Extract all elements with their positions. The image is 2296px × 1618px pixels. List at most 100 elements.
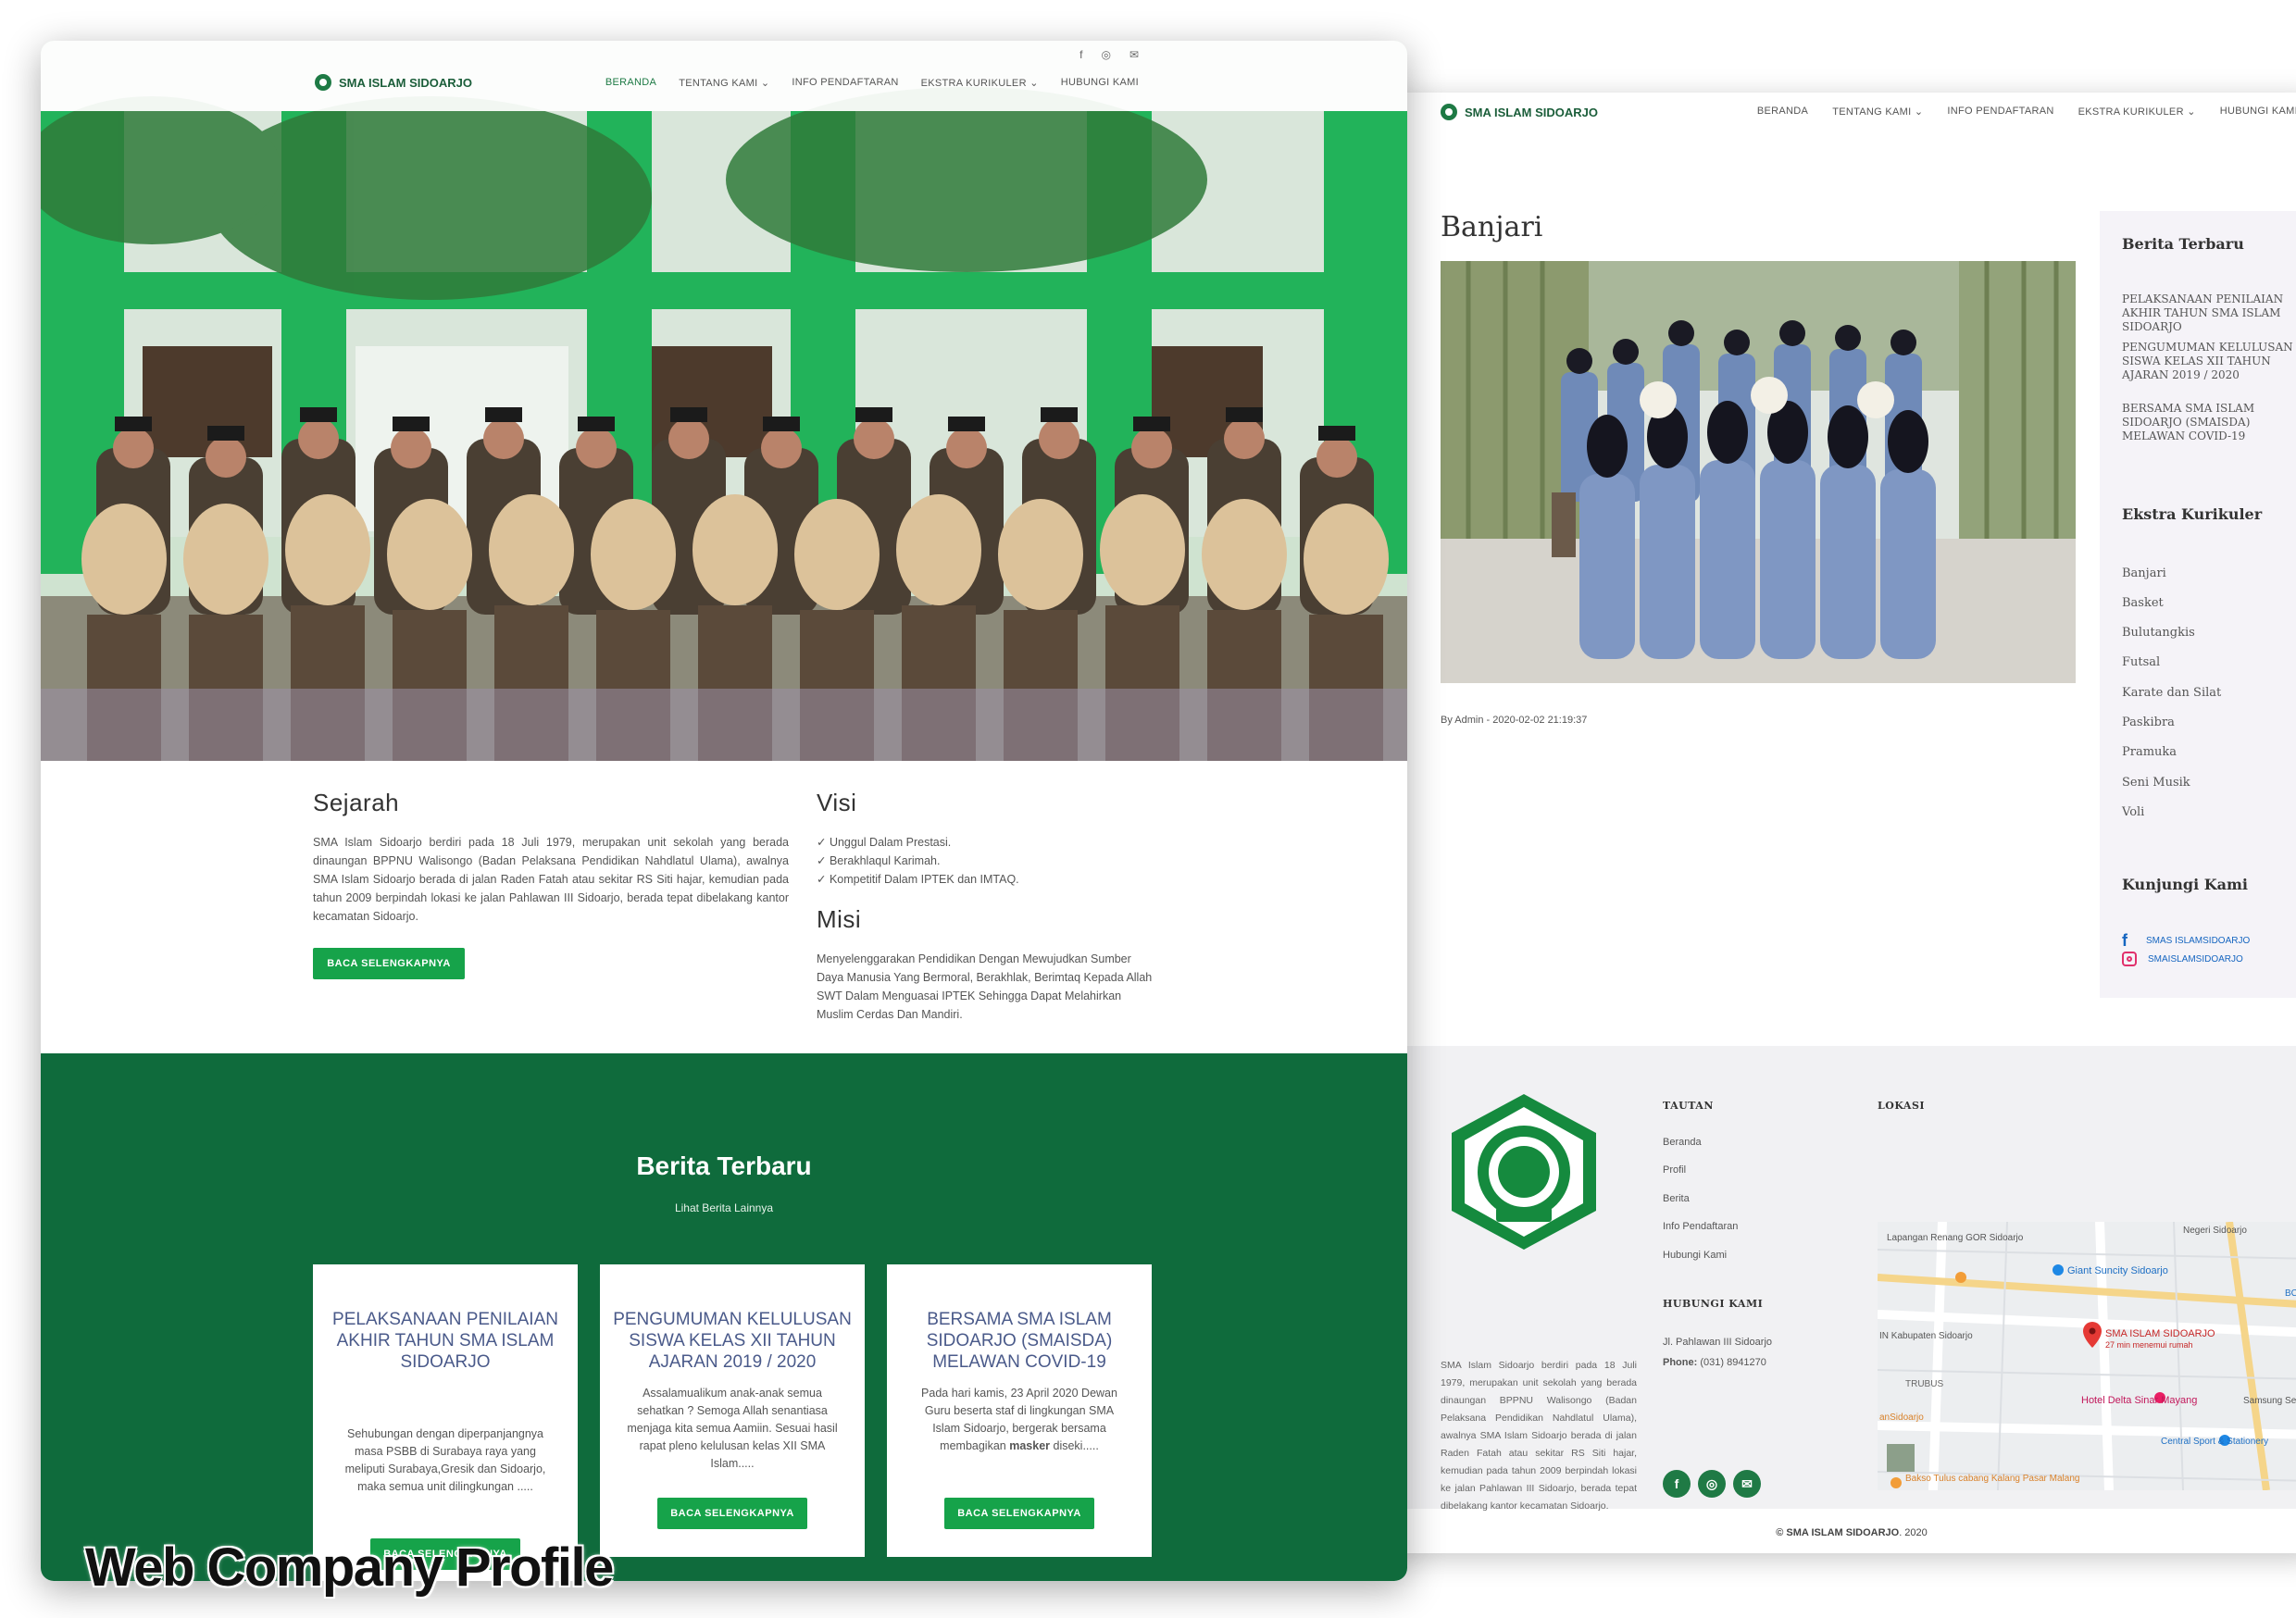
chevron-down-icon: ⌄ bbox=[2187, 106, 2196, 118]
footer-social-icons: f ◎ ✉ bbox=[1663, 1470, 1761, 1498]
email-icon[interactable]: ✉ bbox=[1129, 48, 1139, 61]
facebook-icon[interactable]: f bbox=[1663, 1470, 1691, 1498]
copyright: © SMA ISLAM SIDOARJO. 2020 bbox=[1776, 1527, 1928, 1538]
news-card-read-more-button[interactable]: BACA SELENGKAPNYA bbox=[944, 1498, 1094, 1529]
hero-teacher-group-photo: f ◎ ✉ SMA ISLAM SIDOARJO BERANDA TENTANG… bbox=[41, 41, 1407, 761]
misi-heading: Misi bbox=[817, 905, 862, 933]
menu-item-hubungi-kami[interactable]: HUBUNGI KAMI bbox=[1061, 77, 1139, 89]
brand-name: SMA ISLAM SIDOARJO bbox=[1465, 105, 1598, 119]
detail-page-screenshot: SMA ISLAM SIDOARJO BERANDA TENTANG KAMI … bbox=[1389, 93, 2296, 1553]
footer-link[interactable]: Info Pendaftaran bbox=[1663, 1221, 1738, 1232]
sidebar-instagram-link[interactable]: SMAISLAMSIDOARJO bbox=[2122, 952, 2243, 966]
menu-item-hubungi-kami[interactable]: HUBUNGI KAMI bbox=[2220, 106, 2296, 118]
chevron-down-icon: ⌄ bbox=[760, 78, 770, 89]
sidebar-ekskul-link[interactable]: Paskibra bbox=[2122, 716, 2175, 729]
instagram-icon[interactable]: ◎ bbox=[1698, 1470, 1726, 1498]
post-meta: By Admin - 2020-02-02 21:19:37 bbox=[1441, 715, 1588, 726]
map-label: TRUBUS bbox=[1905, 1379, 1943, 1389]
location-map[interactable]: Lapangan Renang GOR Sidoarjo Negeri Sido… bbox=[1878, 1222, 2296, 1490]
sidebar-ekskul-link[interactable]: Futsal bbox=[2122, 655, 2160, 669]
news-card-read-more-button[interactable]: BACA SELENGKAPNYA bbox=[657, 1498, 807, 1529]
footer-link[interactable]: Beranda bbox=[1663, 1137, 1702, 1148]
sidebar-ekskul-link[interactable]: Voli bbox=[2122, 805, 2144, 819]
footer-description: SMA Islam Sidoarjo berdiri pada 18 Juli … bbox=[1441, 1360, 1637, 1512]
sejarah-read-more-button[interactable]: BACA SELENGKAPNYA bbox=[313, 948, 465, 979]
home-brand-logo[interactable]: SMA ISLAM SIDOARJO bbox=[315, 74, 472, 91]
check-circle-icon: ✓ bbox=[817, 854, 830, 867]
visi-list: ✓ Unggul Dalam Prestasi. ✓ Berakhlaqul K… bbox=[817, 833, 1168, 889]
sidebar-news-link[interactable]: PENGUMUMAN KELULUSAN SISWA KELAS XII TAH… bbox=[2122, 341, 2296, 382]
menu-item-tentang-kami[interactable]: TENTANG KAMI ⌄ bbox=[679, 77, 769, 89]
news-heading: Berita Terbaru bbox=[636, 1151, 812, 1180]
sidebar-facebook-link[interactable]: f SMAS ISLAMSIDOARJO bbox=[2122, 931, 2250, 951]
news-card: PELAKSANAAN PENILAIAN AKHIR TAHUN SMA IS… bbox=[313, 1264, 578, 1581]
news-card-excerpt: Assalamualikum anak-anak semua sehatkan … bbox=[627, 1387, 838, 1470]
map-label: Hotel Delta Sinar Mayang bbox=[2081, 1395, 2197, 1406]
map-label: IN Kabupaten Sidoarjo bbox=[1879, 1331, 1973, 1341]
visi-heading: Visi bbox=[817, 789, 857, 816]
menu-item-beranda[interactable]: BERANDA bbox=[605, 77, 656, 89]
news-card-title[interactable]: PELAKSANAAN PENILAIAN AKHIR TAHUN SMA IS… bbox=[313, 1309, 578, 1373]
menu-item-beranda[interactable]: BERANDA bbox=[1757, 106, 1808, 118]
map-label: Negeri Sidoarjo bbox=[2183, 1226, 2247, 1236]
footer-link[interactable]: Profil bbox=[1663, 1164, 1686, 1176]
detail-brand-logo[interactable]: SMA ISLAM SIDOARJO bbox=[1441, 104, 1598, 120]
news-card-title[interactable]: PENGUMUMAN KELULUSAN SISWA KELAS XII TAH… bbox=[600, 1309, 865, 1373]
visi-item: ✓ Kompetitif Dalam IPTEK dan IMTAQ. bbox=[817, 873, 1019, 886]
map-label: Bakso Tulus cabang Kalang Pasar Malang bbox=[1905, 1474, 2079, 1484]
email-icon[interactable]: ✉ bbox=[1733, 1470, 1761, 1498]
post-photo-banjari-group bbox=[1441, 261, 2076, 683]
map-label: Lapangan Renang GOR Sidoarjo bbox=[1887, 1233, 2024, 1243]
footer-hubungi-heading: HUBUNGI KAMI bbox=[1663, 1298, 1764, 1310]
group-photo-illustration bbox=[1441, 261, 2076, 683]
menu-item-ekstra-kurikuler[interactable]: EKSTRA KURIKULER ⌄ bbox=[921, 77, 1039, 89]
sidebar-ekskul-link[interactable]: Bulutangkis bbox=[2122, 626, 2195, 640]
chevron-down-icon: ⌄ bbox=[1029, 78, 1039, 89]
map-illustration: Lapangan Renang GOR Sidoarjo Negeri Sido… bbox=[1878, 1222, 2296, 1490]
facebook-icon: f bbox=[2122, 931, 2128, 950]
detail-main-menu: BERANDA TENTANG KAMI ⌄ INFO PENDAFTARAN … bbox=[1757, 106, 2296, 118]
menu-item-tentang-kami[interactable]: TENTANG KAMI ⌄ bbox=[1832, 106, 1923, 118]
sidebar-news-heading: Berita Terbaru bbox=[2122, 235, 2244, 253]
news-card-excerpt: Pada hari kamis, 23 April 2020 Dewan Gur… bbox=[921, 1387, 1117, 1452]
news-see-more-link[interactable]: Lihat Berita Lainnya bbox=[41, 1201, 1407, 1214]
chevron-down-icon: ⌄ bbox=[1914, 106, 1924, 118]
sidebar-news-link[interactable]: BERSAMA SMA ISLAM SIDOARJO (SMAISDA) MEL… bbox=[2122, 402, 2296, 443]
news-card-excerpt: Sehubungan dengan diperpanjangnya masa P… bbox=[344, 1427, 546, 1493]
school-logo-icon bbox=[1441, 104, 1457, 120]
post-title: Banjari bbox=[1441, 211, 1543, 243]
detail-footer: SMA Islam Sidoarjo berdiri pada 18 Juli … bbox=[1389, 1046, 2296, 1512]
sejarah-text: SMA Islam Sidoarjo berdiri pada 18 Juli … bbox=[313, 836, 789, 923]
menu-item-info-pendaftaran[interactable]: INFO PENDAFTARAN bbox=[792, 77, 898, 89]
footer-lokasi-heading: LOKASI bbox=[1878, 1100, 1926, 1112]
news-card-title[interactable]: BERSAMA SMA ISLAM SIDOARJO (SMAISDA) MEL… bbox=[887, 1309, 1152, 1373]
sidebar-ekskul-link[interactable]: Banjari bbox=[2122, 566, 2166, 580]
top-social-icons: f ◎ ✉ bbox=[1079, 48, 1139, 61]
map-label: BCA C bbox=[2285, 1288, 2296, 1299]
sidebar-ekskul-link[interactable]: Seni Musik bbox=[2122, 776, 2190, 790]
sidebar-ekskul-link[interactable]: Basket bbox=[2122, 596, 2164, 610]
map-label: Giant Suncity Sidoarjo bbox=[2067, 1265, 2168, 1276]
sidebar-visit-heading: Kunjungi Kami bbox=[2122, 876, 2248, 893]
news-card: BERSAMA SMA ISLAM SIDOARJO (SMAISDA) MEL… bbox=[887, 1264, 1152, 1557]
detail-navbar: SMA ISLAM SIDOARJO BERANDA TENTANG KAMI … bbox=[1389, 93, 2296, 137]
check-circle-icon: ✓ bbox=[817, 836, 830, 849]
sidebar-ekskul-link[interactable]: Pramuka bbox=[2122, 745, 2177, 759]
facebook-icon[interactable]: f bbox=[1079, 48, 1082, 61]
footer-link[interactable]: Berita bbox=[1663, 1193, 1690, 1204]
menu-item-ekstra-kurikuler[interactable]: EKSTRA KURIKULER ⌄ bbox=[2078, 106, 2196, 118]
detail-sidebar: Berita Terbaru PELAKSANAAN PENILAIAN AKH… bbox=[2100, 211, 2296, 998]
menu-item-info-pendaftaran[interactable]: INFO PENDAFTARAN bbox=[1947, 106, 2053, 118]
instagram-icon[interactable]: ◎ bbox=[1101, 48, 1110, 61]
sidebar-news-link[interactable]: PELAKSANAAN PENILAIAN AKHIR TAHUN SMA IS… bbox=[2122, 292, 2296, 334]
map-label: Central Sport & Stationery bbox=[2161, 1437, 2268, 1447]
home-page-screenshot: f ◎ ✉ SMA ISLAM SIDOARJO BERANDA TENTANG… bbox=[41, 41, 1407, 1581]
sidebar-ekskul-link[interactable]: Karate dan Silat bbox=[2122, 686, 2221, 700]
visi-item: ✓ Unggul Dalam Prestasi. bbox=[817, 836, 952, 849]
showcase-caption: Web Company Profile bbox=[85, 1537, 614, 1598]
footer-phone: Phone: (031) 8941270 bbox=[1663, 1357, 1766, 1368]
visi-item: ✓ Berakhlaqul Karimah. bbox=[817, 854, 941, 867]
school-emblem-logo bbox=[1441, 1089, 1607, 1255]
sejarah-heading: Sejarah bbox=[313, 789, 400, 816]
footer-link[interactable]: Hubungi Kami bbox=[1663, 1250, 1727, 1261]
